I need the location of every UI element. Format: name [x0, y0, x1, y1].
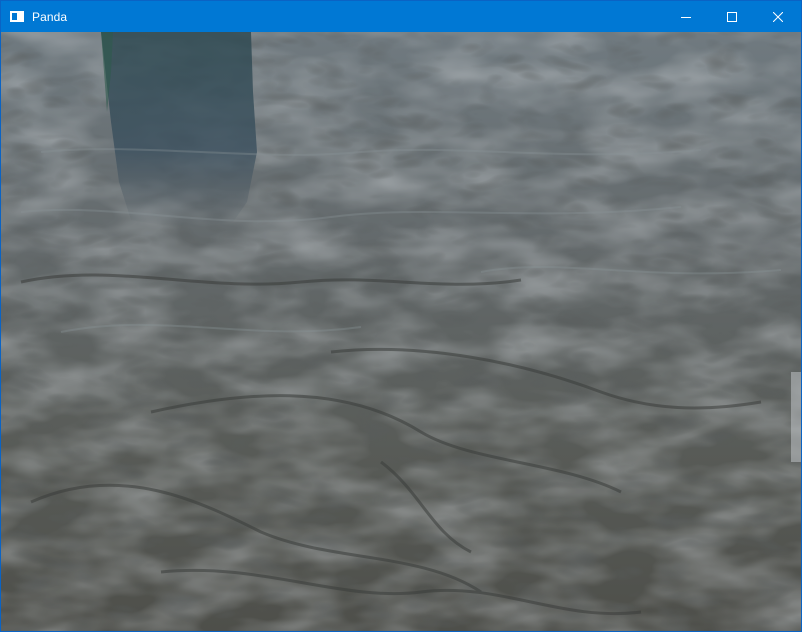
- building-reflection: [101, 32, 257, 228]
- maximize-button[interactable]: [709, 1, 755, 32]
- window-title: Panda: [32, 9, 68, 24]
- minimize-button[interactable]: [663, 1, 709, 32]
- close-button[interactable]: [755, 1, 801, 32]
- water-scene: [1, 32, 801, 631]
- minimize-icon: [681, 16, 691, 18]
- app-window: Panda: [0, 0, 802, 632]
- title-bar[interactable]: Panda: [1, 1, 801, 32]
- close-icon: [773, 11, 783, 22]
- render-viewport[interactable]: [1, 32, 801, 631]
- window-controls: [663, 1, 801, 32]
- edge-glint: [791, 372, 801, 462]
- app-window-icon: [10, 11, 24, 22]
- maximize-icon: [727, 11, 737, 22]
